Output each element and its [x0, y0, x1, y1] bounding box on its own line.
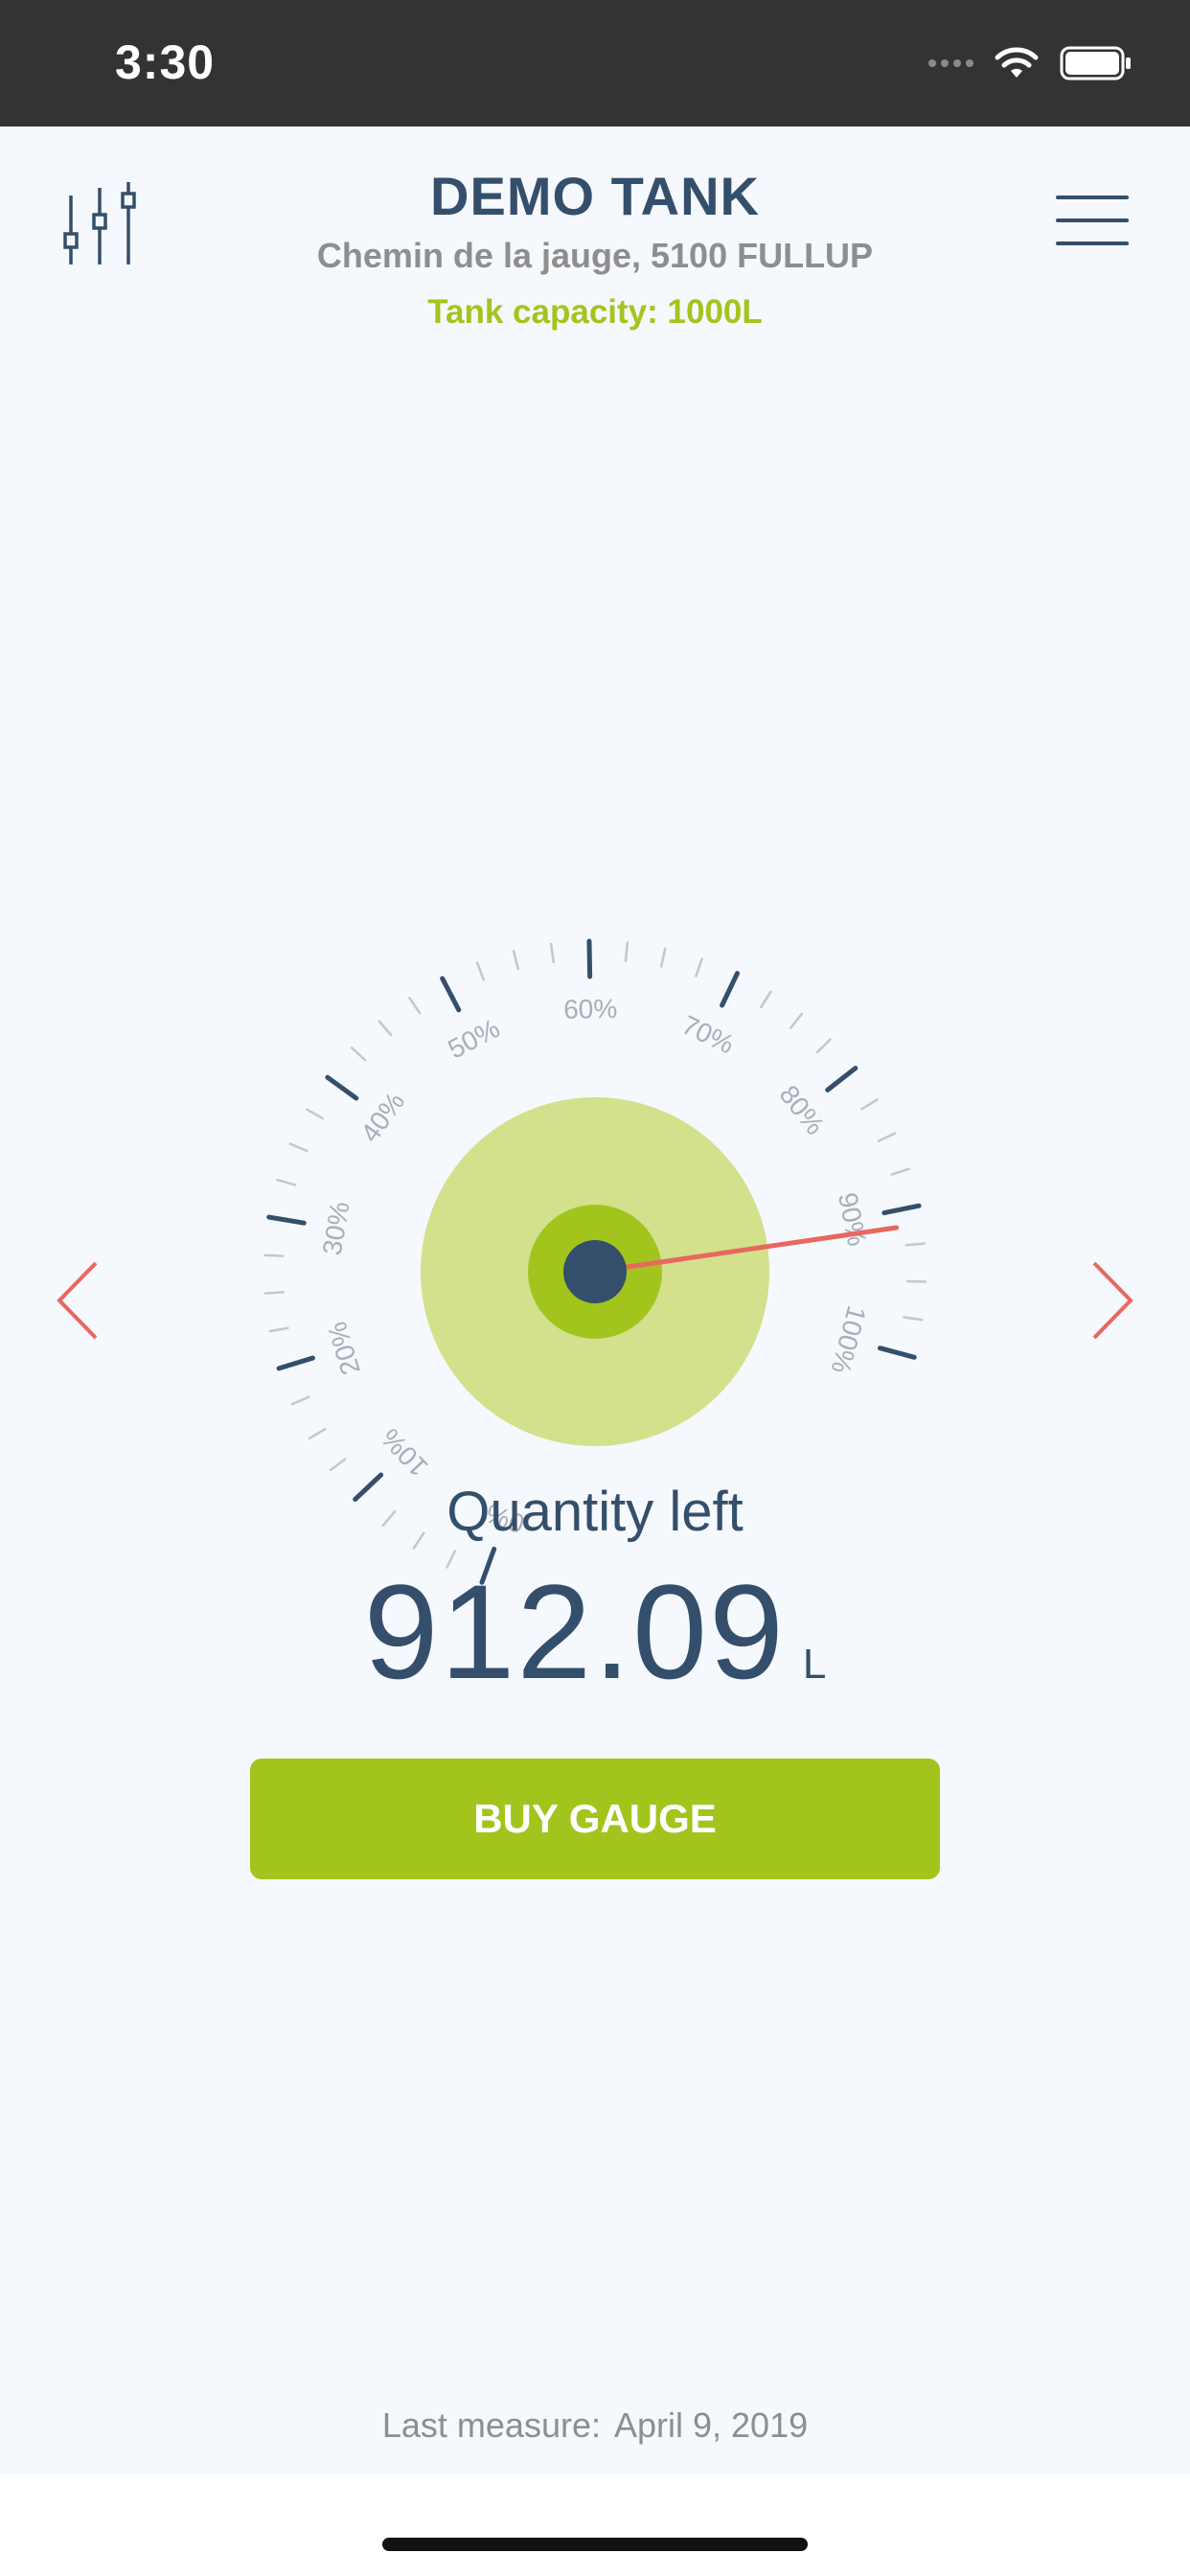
chevron-right-icon [1092, 1261, 1133, 1340]
gauge-minor-tick [659, 947, 667, 968]
next-tank-button[interactable] [1083, 1257, 1140, 1344]
gauge-major-tick [440, 976, 462, 1013]
gauge-minor-tick [306, 1108, 325, 1120]
gauge-minor-tick [276, 1178, 297, 1186]
gauge-minor-tick [695, 957, 703, 978]
gauge-major-tick [878, 1346, 917, 1360]
last-measure-date: April 9, 2019 [613, 2405, 809, 2445]
hamburger-menu-icon [1056, 196, 1129, 245]
gauge-percent-label: 50% [443, 1013, 504, 1064]
gauge-minor-tick [760, 990, 772, 1009]
gauge-percent-label: 100% [826, 1302, 872, 1376]
gauge-major-tick [881, 1203, 922, 1216]
gauge-minor-tick [350, 1046, 367, 1062]
gauge-minor-tick [475, 961, 486, 981]
gauge-minor-tick [903, 1316, 924, 1322]
gauge-major-tick [720, 971, 741, 1008]
menu-button[interactable] [1056, 192, 1129, 249]
gauge-major-tick [276, 1355, 315, 1371]
gauge-major-tick [586, 938, 593, 979]
tank-capacity: Tank capacity: 1000L [427, 293, 763, 331]
chevron-left-icon [57, 1261, 98, 1340]
gauge-percent-label: 60% [563, 994, 618, 1024]
previous-tank-button[interactable] [50, 1257, 107, 1344]
gauge-minor-tick [290, 1395, 310, 1406]
status-time: 3:30 [115, 35, 216, 89]
gauge-percent-label: 10% [376, 1423, 434, 1483]
home-indicator[interactable] [382, 2538, 808, 2551]
gauge-minor-tick [308, 1427, 327, 1440]
gauge-minor-tick [877, 1132, 897, 1142]
wifi-icon [995, 47, 1039, 78]
gauge-percent-label: 90% [833, 1190, 873, 1249]
battery-icon [1060, 46, 1131, 80]
gauge-percent-label: 70% [677, 1010, 739, 1060]
last-measure: Last measure: April 9, 2019 [0, 2405, 1190, 2446]
gauge-minor-tick [378, 1020, 393, 1037]
gauge-minor-tick [815, 1038, 832, 1054]
tank-name: DEMO TANK [430, 166, 760, 226]
gauge-percent-label: 30% [317, 1200, 355, 1257]
gauge-minor-tick [268, 1326, 289, 1333]
gauge-minor-tick [263, 1291, 285, 1295]
quantity-unit: L [802, 1641, 827, 1688]
tank-screen: DEMO TANK Chemin de la jauge, 5100 FULLU… [0, 126, 1190, 2474]
gauge-minor-tick [890, 1167, 911, 1176]
gauge-minor-tick [904, 1242, 927, 1247]
gauge-minor-tick [288, 1142, 309, 1153]
tank-address: Chemin de la jauge, 5100 FULLUP [316, 236, 874, 275]
gauge-major-tick [325, 1074, 359, 1101]
gauge-major-tick [266, 1214, 307, 1226]
gauge-percent-label: 20% [322, 1319, 366, 1379]
status-bar: 3:30 [0, 0, 1190, 126]
cellular-signal-icon [928, 59, 973, 67]
quantity-label: Quantity left [446, 1481, 744, 1543]
gauge-minor-tick [512, 950, 520, 971]
gauge-minor-tick [624, 941, 629, 962]
buy-gauge-button[interactable]: BUY GAUGE [250, 1759, 940, 1879]
gauge-minor-tick [905, 1279, 927, 1283]
gauge-minor-tick [789, 1012, 804, 1030]
status-icons [928, 42, 1133, 84]
gauge-percent-label: 80% [774, 1080, 831, 1140]
gauge-minor-tick [408, 997, 422, 1015]
gauge-minor-tick [263, 1254, 285, 1257]
gauge-percent-label: 40% [355, 1087, 410, 1148]
gauge-major-tick [825, 1066, 858, 1092]
last-measure-label: Last measure: [381, 2405, 601, 2445]
gauge-minor-tick [329, 1458, 347, 1472]
gauge-minor-tick [860, 1098, 879, 1111]
gauge-hub [563, 1240, 627, 1303]
quantity-display: 912.09 L [0, 1554, 1190, 1710]
gauge-minor-tick [549, 942, 555, 964]
quantity-value: 912.09 [363, 1556, 786, 1707]
